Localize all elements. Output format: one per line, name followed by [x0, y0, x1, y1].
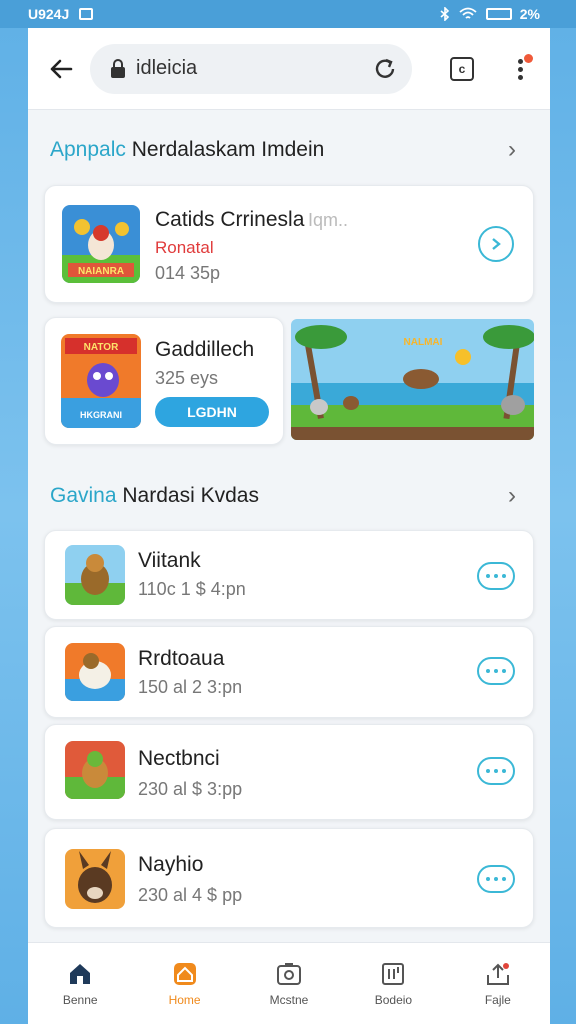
notification-icon [79, 8, 94, 20]
nav-item-home[interactable]: Home [132, 943, 236, 1024]
tabs-button[interactable]: c [450, 56, 474, 81]
status-bar: U924J 2% [0, 0, 576, 28]
list-item[interactable]: Rrdtoaua 150 al 2 3:pn [44, 626, 534, 718]
library-icon [382, 962, 405, 985]
lock-icon [111, 58, 125, 78]
app-title: Nayhio [138, 853, 204, 876]
section-title: Nerdalaskam Imdein [131, 138, 325, 161]
chevron-right-icon: › [508, 482, 516, 509]
nav-item-bodeio[interactable]: Bodeio [341, 943, 445, 1024]
bottom-navigation: Benne Home Mcstne Bodeio Fajle [28, 942, 550, 1024]
section-prefix: Apnpalc [50, 138, 126, 161]
app-thumbnail [65, 741, 125, 799]
status-time: U924J [28, 6, 70, 22]
url-text: idleicia [136, 57, 198, 79]
list-item[interactable]: Nayhio 230 al 4 $ pp [44, 828, 534, 928]
reload-icon[interactable] [372, 56, 398, 82]
svg-text:HKGRANI: HKGRANI [80, 410, 122, 420]
app-title: Rrdtoaua [138, 647, 225, 670]
more-options-button[interactable] [477, 562, 515, 590]
nav-item-mcstne[interactable]: Mcstne [237, 943, 341, 1024]
app-tag: Ronatal [155, 238, 214, 257]
app-thumbnail: NAIANRA [62, 205, 140, 283]
app-thumbnail [65, 545, 125, 605]
nav-label: Benne [62, 992, 98, 1007]
home-icon [70, 963, 91, 984]
nav-label: Fajle [484, 992, 511, 1007]
chevron-right-icon: › [508, 136, 516, 163]
browser-window: idleicia c Apnpalc Nerdalaskam Imdein › [28, 28, 550, 1024]
battery-icon [485, 8, 512, 20]
wifi-icon [459, 7, 477, 19]
home-icon [173, 962, 196, 985]
app-meta: 150 al 2 3:pn [138, 677, 243, 697]
browser-toolbar: idleicia c [28, 28, 550, 110]
address-bar[interactable]: idleicia [90, 43, 412, 94]
svg-text:NAIANRA: NAIANRA [78, 266, 124, 277]
app-meta: 014 35p [155, 263, 221, 283]
app-thumbnail [65, 849, 125, 909]
list-item[interactable]: Nectbnci 230 al $ 3:pp [44, 724, 534, 820]
app-title: Nectbnci [138, 747, 220, 770]
app-meta: 230 al 4 $ pp [138, 885, 243, 905]
nav-label: Mcstne [269, 992, 309, 1007]
section-header-2[interactable]: Gavina Nardasi Kvdas › [28, 470, 550, 522]
app-meta: 230 al $ 3:pp [138, 779, 243, 799]
more-options-button[interactable] [477, 657, 515, 685]
app-thumbnail [65, 643, 125, 701]
section-header-1[interactable]: Apnpalc Nerdalaskam Imdein › [28, 124, 550, 176]
svg-text:NALMAI: NALMAI [404, 337, 443, 348]
more-menu-button[interactable] [512, 53, 533, 84]
nav-item-benne[interactable]: Benne [28, 943, 132, 1024]
nav-item-fajle[interactable]: Fajle [446, 943, 550, 1024]
section-prefix: Gavina [50, 484, 117, 507]
app-meta: 325 eys [155, 368, 219, 388]
install-button[interactable]: LGDHN [155, 397, 269, 427]
app-meta: 110c 1 $ 4:pn [138, 579, 246, 599]
svg-text:NATOR: NATOR [84, 342, 119, 353]
more-options-button[interactable] [477, 757, 515, 785]
back-arrow-icon [50, 59, 73, 78]
app-title: Catids Crrinesla Iqm.. [155, 208, 349, 231]
notification-dot [524, 53, 533, 63]
open-button[interactable] [478, 226, 514, 262]
nav-label: Home [168, 992, 201, 1007]
list-item[interactable]: Viitank 110c 1 $ 4:pn [44, 530, 534, 620]
share-icon [486, 962, 509, 985]
bluetooth-icon [440, 7, 449, 21]
more-options-button[interactable] [477, 865, 515, 893]
chevron-right-icon [492, 238, 501, 250]
section-title: Nardasi Kvdas [122, 484, 259, 507]
app-thumbnail: NATOR HKGRANI [61, 334, 141, 428]
app-title: Gaddillech [155, 338, 255, 361]
promo-app-card[interactable]: NATOR HKGRANI Gaddillech 325 eys LGDHN [44, 317, 284, 445]
game-banner-image[interactable]: NALMAI [291, 319, 534, 440]
tabs-icon: c [458, 61, 466, 76]
nav-label: Bodeio [374, 992, 413, 1007]
featured-app-card[interactable]: NAIANRA Catids Crrinesla Iqm.. Ronatal 0… [44, 185, 534, 303]
battery-level: 2% [519, 6, 540, 22]
app-title: Viitank [138, 549, 201, 572]
back-button[interactable] [46, 54, 76, 84]
camera-icon [277, 962, 302, 985]
